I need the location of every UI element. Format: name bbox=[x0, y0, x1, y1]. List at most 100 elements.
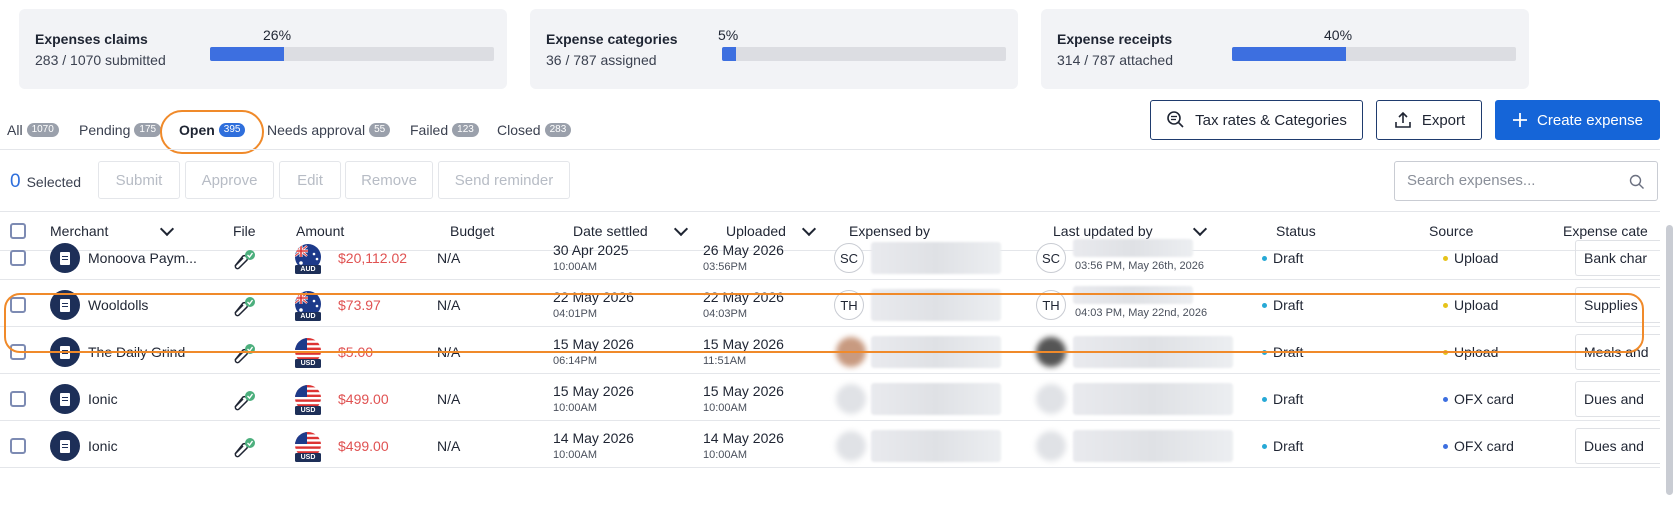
stat-percent: 26% bbox=[263, 27, 292, 43]
tab-all[interactable]: All 1070 bbox=[7, 122, 59, 138]
redacted-avatar bbox=[1036, 384, 1066, 414]
budget-value: N/A bbox=[437, 391, 461, 407]
usa-flag-icon: USD bbox=[293, 432, 323, 462]
status-indicator: Draft bbox=[1262, 391, 1303, 407]
approve-button[interactable]: Approve bbox=[185, 161, 274, 199]
expense-category-select[interactable]: Bank char bbox=[1575, 240, 1660, 276]
redacted-name bbox=[871, 430, 1001, 462]
tab-needs-approval[interactable]: Needs approval 55 bbox=[267, 122, 391, 138]
search-list-icon bbox=[1167, 111, 1184, 128]
source-text: OFX card bbox=[1454, 438, 1514, 454]
merchant-name[interactable]: Ionic bbox=[88, 438, 118, 454]
tab-pending[interactable]: Pending 175 bbox=[79, 122, 162, 138]
send-reminder-button[interactable]: Send reminder bbox=[438, 161, 570, 199]
merchant-document-icon bbox=[50, 431, 80, 461]
time-settled: 06:14PM bbox=[553, 355, 598, 367]
tab-label: Failed bbox=[410, 122, 449, 138]
amount-value: $20,112.02 bbox=[338, 250, 408, 266]
tab-closed[interactable]: Closed 283 bbox=[497, 122, 572, 138]
divider bbox=[0, 211, 1660, 212]
time-settled: 10:00AM bbox=[553, 449, 598, 461]
expense-category-select[interactable]: Dues and bbox=[1575, 381, 1660, 417]
submit-button[interactable]: Submit bbox=[98, 161, 180, 199]
progress-fill bbox=[210, 47, 284, 61]
row-divider bbox=[0, 467, 1660, 468]
progress-bar bbox=[210, 47, 494, 61]
source-dot bbox=[1443, 255, 1448, 261]
redacted-avatar bbox=[836, 431, 866, 461]
edit-button[interactable]: Edit bbox=[279, 161, 341, 199]
tab-count-badge: 55 bbox=[369, 123, 391, 137]
row-checkbox[interactable] bbox=[10, 391, 26, 407]
row-highlight-annotation bbox=[4, 293, 1644, 353]
expense-category-select[interactable]: Dues and bbox=[1575, 428, 1660, 464]
redacted-name bbox=[1073, 239, 1193, 257]
avatar: SC bbox=[1036, 243, 1066, 273]
tab-count-badge: 283 bbox=[544, 123, 572, 137]
tab-failed[interactable]: Failed 123 bbox=[410, 122, 479, 138]
stat-sub: 36 / 787 assigned bbox=[546, 52, 657, 68]
redacted-avatar bbox=[1036, 431, 1066, 461]
search-icon bbox=[1629, 174, 1644, 189]
tax-rates-categories-button[interactable]: Tax rates & Categories bbox=[1150, 100, 1363, 140]
budget-value: N/A bbox=[437, 438, 461, 454]
button-label: Create expense bbox=[1537, 111, 1643, 129]
merchant-name[interactable]: Monoova Paym... bbox=[88, 250, 197, 266]
status-dot bbox=[1262, 255, 1267, 261]
attachment-check-icon[interactable] bbox=[230, 436, 258, 458]
date-settled: 14 May 2026 bbox=[553, 430, 634, 446]
source-dot bbox=[1443, 396, 1448, 402]
stat-sub: 314 / 787 attached bbox=[1057, 52, 1173, 68]
attachment-check-icon[interactable] bbox=[230, 389, 258, 411]
progress-fill bbox=[722, 47, 737, 61]
amount-value: $499.00 bbox=[338, 438, 389, 454]
date-uploaded: 14 May 2026 bbox=[703, 430, 784, 446]
time-uploaded: 11:51AM bbox=[703, 355, 747, 367]
attachment-check-icon[interactable] bbox=[230, 248, 258, 270]
time-uploaded: 03:56PM bbox=[703, 261, 748, 273]
tab-label: Closed bbox=[497, 122, 541, 138]
merchant-document-icon bbox=[50, 384, 80, 414]
status-indicator: Draft bbox=[1262, 250, 1303, 266]
merchant-name[interactable]: Ionic bbox=[88, 391, 118, 407]
progress-bar bbox=[1232, 47, 1516, 61]
currency-code: USD bbox=[300, 407, 316, 414]
source-text: OFX card bbox=[1454, 391, 1514, 407]
table-row[interactable]: Monoova Paym... AUD $20,112.02 N/A 30 Apr 20… bbox=[0, 233, 1660, 283]
selected-label: Selected bbox=[26, 174, 82, 190]
status-text: Draft bbox=[1273, 391, 1304, 407]
australia-flag-icon: AUD bbox=[293, 244, 323, 274]
table-row[interactable]: Ionic USD $499.00 N/A 15 May 2026 10:00AM 15 M… bbox=[0, 374, 1660, 424]
remove-button[interactable]: Remove bbox=[345, 161, 433, 199]
time-settled: 10:00AM bbox=[553, 261, 598, 273]
row-checkbox[interactable] bbox=[10, 250, 26, 266]
table-row[interactable]: Ionic USD $499.00 N/A 14 May 2026 10:00AM 14 M… bbox=[0, 421, 1660, 471]
search-input[interactable] bbox=[1405, 171, 1629, 190]
redacted-name bbox=[1073, 430, 1233, 462]
tab-highlight-annotation bbox=[160, 110, 264, 154]
upload-icon bbox=[1395, 111, 1411, 128]
stat-label: Expenses claims bbox=[35, 31, 148, 47]
currency-code: USD bbox=[300, 360, 316, 367]
selected-number: 0 bbox=[10, 171, 21, 192]
search-box bbox=[1394, 161, 1658, 201]
export-button[interactable]: Export bbox=[1376, 100, 1482, 140]
tab-label: Needs approval bbox=[267, 122, 366, 138]
tab-count-badge: 123 bbox=[452, 123, 479, 137]
redacted-name bbox=[871, 383, 1001, 415]
merchant-document-icon bbox=[50, 243, 80, 273]
scrollbar-thumb[interactable] bbox=[1666, 225, 1673, 495]
selection-count: 0 Selected bbox=[10, 171, 81, 193]
source-text: Upload bbox=[1454, 250, 1499, 266]
redacted-name bbox=[871, 242, 1001, 274]
plus-icon bbox=[1513, 113, 1528, 127]
row-checkbox[interactable] bbox=[10, 438, 26, 454]
source-indicator: Upload bbox=[1443, 250, 1498, 266]
redacted-name bbox=[1073, 383, 1233, 415]
source-dot bbox=[1443, 443, 1448, 449]
stat-sub: 283 / 1070 submitted bbox=[35, 52, 166, 68]
usa-flag-icon: USD bbox=[293, 385, 323, 415]
create-expense-button[interactable]: Create expense bbox=[1495, 100, 1660, 140]
stat-percent: 5% bbox=[718, 27, 739, 43]
stat-card-receipts: Expense receipts 314 / 787 attached 40% bbox=[1041, 9, 1529, 89]
